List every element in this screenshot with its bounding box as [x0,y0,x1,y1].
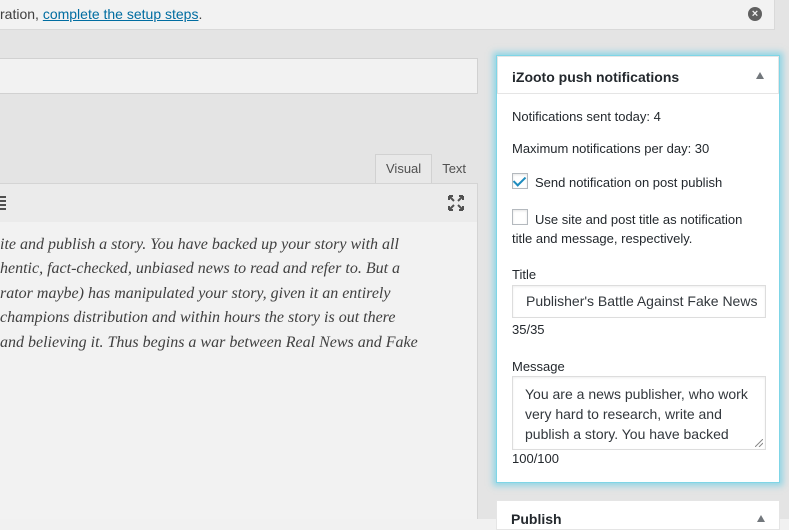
collapse-arrow-icon[interactable] [756,72,764,79]
notice-suffix: . [198,6,203,22]
content-line: and believing it. Thus begins a war betw… [0,333,418,351]
checkmark-icon [512,173,527,187]
max-per-day-text: Maximum notifications per day: 30 [512,141,710,156]
content-line: hentic, fact-checked, unbiased news to r… [0,260,401,278]
send-on-publish-label: Send notification on post publish [535,175,723,190]
toolbar-toggle-icon[interactable] [0,196,6,210]
notification-message-textarea[interactable]: You are a news publisher, who work very … [512,376,766,450]
notice-prefix: ration, [0,6,43,22]
tab-text[interactable]: Text [431,154,477,183]
message-text: You are a news publisher, who work very … [525,386,748,442]
use-site-title-label-line2: title and message, respectively. [512,231,693,246]
notification-title-input[interactable]: Publisher's Battle Against Fake News [512,285,766,318]
content-line: ite and publish a story. You have backed… [0,236,399,253]
dismiss-icon[interactable]: × [748,7,762,21]
metabox-title: iZooto push notifications [512,69,680,85]
use-site-title-label-line1: Use site and post title as notification [535,212,743,227]
editor-content[interactable]: ite and publish a story. You have backed… [0,222,478,519]
fullscreen-icon[interactable] [448,195,464,211]
sent-today-text: Notifications sent today: 4 [512,109,661,124]
editor-tabs: Visual Text [375,154,477,184]
editor-toolbar [0,183,478,223]
notice-text: ration, complete the setup steps. [0,6,202,22]
message-char-count: 100/100 [512,451,559,466]
publish-title: Publish [511,511,562,527]
title-char-count: 35/35 [512,322,545,337]
publish-metabox: Publish [496,500,780,530]
title-label: Title [512,267,537,282]
metabox-header[interactable]: iZooto push notifications [497,56,779,94]
content-line: rator maybe) has manipulated your story,… [0,284,391,302]
resize-grip-icon[interactable] [755,439,763,447]
izooto-metabox: iZooto push notifications Notifications … [496,55,780,483]
content-line: champions distribution and within hours … [0,309,396,327]
send-on-publish-checkbox[interactable] [512,173,528,189]
post-title-input[interactable] [0,58,478,94]
message-label: Message [512,359,565,374]
use-site-title-checkbox[interactable] [512,209,528,225]
setup-steps-link[interactable]: complete the setup steps [43,6,199,22]
admin-notice: ration, complete the setup steps. × [0,0,775,30]
tab-visual[interactable]: Visual [375,154,433,183]
